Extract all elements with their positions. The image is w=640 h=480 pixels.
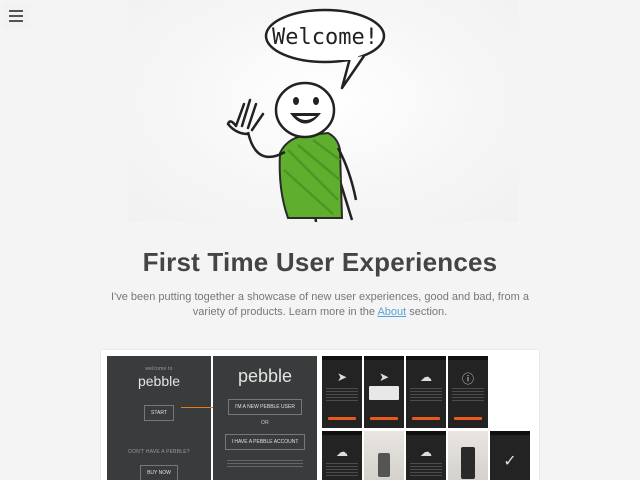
cloud-search-icon: ☁ (420, 370, 432, 384)
phone-screen: ➤ (322, 356, 362, 428)
intro-text-start: I've been putting together a showcase of… (111, 291, 529, 318)
phone-screen: ⓘ (448, 356, 488, 428)
compass-icon: ➤ (336, 370, 348, 384)
fine-print-text (227, 460, 303, 468)
buy-now-button: BUY NOW (140, 465, 178, 480)
speech-bubble-text: Welcome! (272, 25, 378, 50)
phone-screens-grid: ➤ ➤ ☁ ⓘ ☁ ☁ ✓ (322, 356, 534, 480)
alert-icon: ⓘ (461, 372, 474, 386)
cloud-check-icon: ☁ (420, 445, 432, 459)
check-circle-icon: ✓ (503, 453, 517, 470)
welcome-to-label: welcome to (145, 366, 173, 372)
or-label: OR (261, 420, 269, 426)
pebble-welcome-screen: welcome to pebble START DON'T HAVE A PEB… (107, 356, 211, 480)
page-title: First Time User Experiences (142, 247, 498, 277)
phone-screen: ➤ (364, 356, 404, 428)
hero-illustration: Welcome! (128, 0, 518, 222)
pebble-logo-text: pebble (237, 366, 293, 386)
new-user-button: I'M A NEW PEBBLE USER (228, 399, 302, 415)
phone-photo-screen (448, 431, 488, 480)
flow-arrow (181, 407, 217, 408)
waving-stick-figure-illustration: Welcome! (226, 8, 386, 222)
cloud-icon: ☁ (336, 445, 348, 459)
phone-screen: ☁ (322, 431, 362, 480)
intro-text-end: section. (409, 306, 448, 318)
hamburger-menu-icon[interactable] (3, 4, 29, 28)
pebble-onboarding-showcase-card[interactable]: welcome to pebble START DON'T HAVE A PEB… (101, 350, 539, 480)
about-link[interactable]: About (377, 306, 406, 318)
have-account-button: I HAVE A PEBBLE ACCOUNT (224, 434, 306, 450)
pebble-account-screen: pebble I'M A NEW PEBBLE USER OR I HAVE A… (213, 356, 317, 480)
menu-line (9, 20, 23, 22)
phone-photo-screen (364, 431, 404, 480)
menu-line (9, 10, 23, 12)
no-pebble-label: DON'T HAVE A PEBBLE? (128, 449, 190, 455)
compass-icon: ➤ (378, 370, 390, 384)
start-button: START (144, 405, 174, 421)
pebble-logo-text: pebble (137, 373, 181, 389)
menu-line (9, 15, 23, 17)
phone-screen: ☁ (406, 431, 446, 480)
phone-screen: ☁ (406, 356, 446, 428)
phone-screen: ✓ (490, 431, 530, 480)
intro-text: I've been putting together a showcase of… (100, 290, 540, 320)
